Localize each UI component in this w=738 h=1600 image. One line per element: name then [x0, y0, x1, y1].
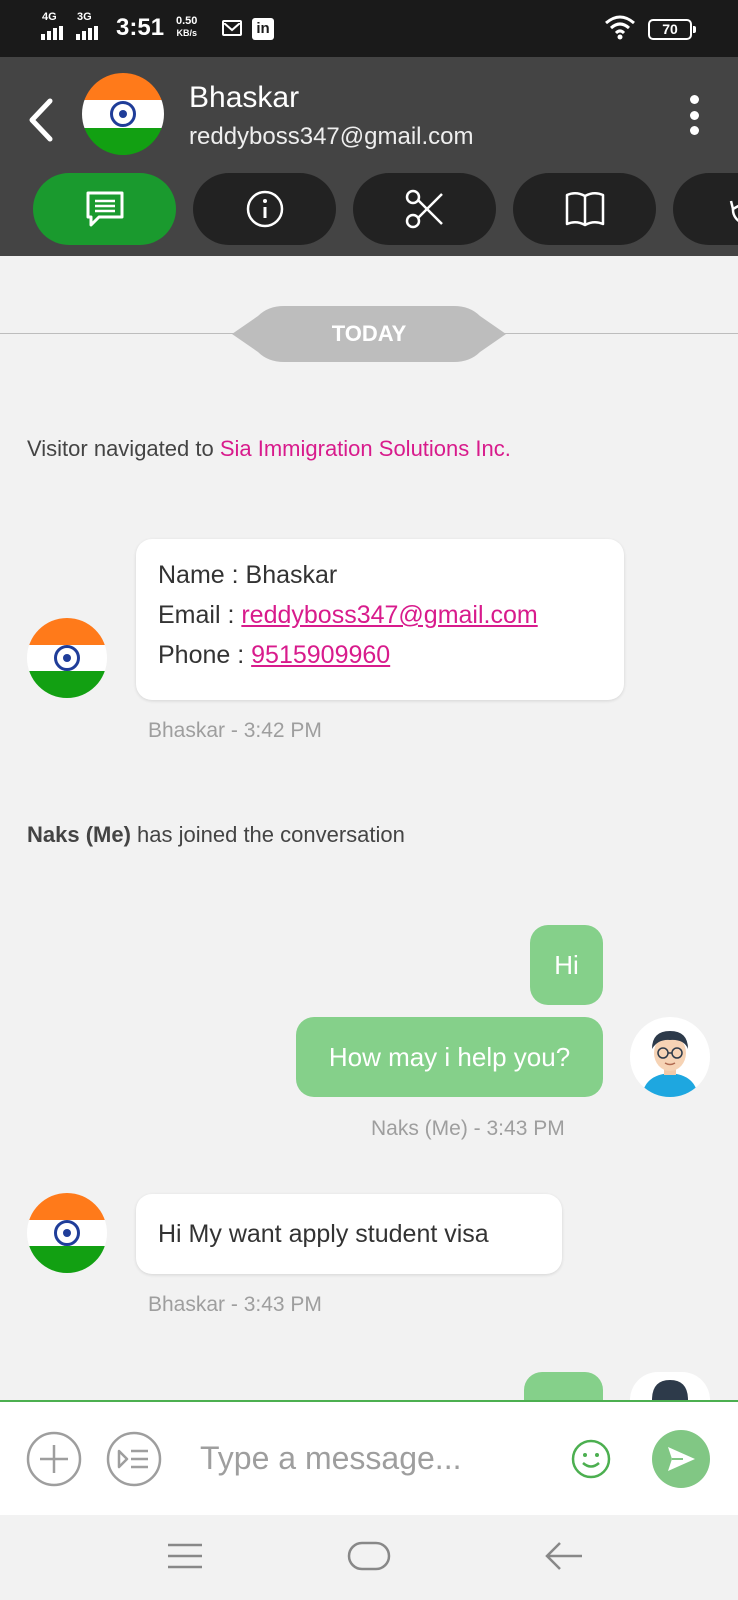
header-tabs: [33, 173, 738, 245]
date-label: TODAY: [331, 321, 407, 346]
visitor-navigation-notice: Visitor navigated to Sia Immigration Sol…: [27, 436, 511, 462]
clock: 3:51: [116, 14, 165, 41]
network-speed: 0.50 KB/s: [176, 15, 197, 39]
visitor-avatar: [27, 618, 107, 698]
history-icon: [729, 200, 738, 223]
tab-history[interactable]: [673, 173, 738, 245]
lead-info-card: Name : Bhaskar Email : reddyboss347@gmai…: [136, 539, 624, 700]
book-icon: [565, 192, 604, 227]
nav-site-link[interactable]: Sia Immigration Solutions Inc.: [220, 436, 511, 461]
linkedin-icon: in: [252, 18, 274, 40]
network-label-2: 3G: [77, 11, 92, 23]
arrow-left-icon: [545, 1542, 582, 1570]
back-nav-button[interactable]: [544, 1540, 584, 1577]
chakra-icon: [110, 101, 136, 128]
agent-avatar-partial: [630, 1372, 710, 1400]
chakra-icon: [54, 645, 80, 672]
more-options-icon[interactable]: [682, 95, 706, 135]
lead-email-row: Email : reddyboss347@gmail.com: [158, 601, 538, 629]
smiley-icon: [571, 1439, 611, 1479]
outgoing-message[interactable]: Hi: [530, 925, 603, 1005]
date-separator: TODAY: [232, 306, 506, 362]
outgoing-message-partial: [524, 1372, 603, 1400]
battery-icon: 70: [648, 19, 696, 40]
contact-avatar[interactable]: [82, 73, 164, 155]
menu-nav-button[interactable]: [166, 1541, 204, 1576]
message-meta: Naks (Me) - 3:43 PM: [371, 1117, 565, 1140]
signal-icon-1: [41, 26, 63, 40]
add-attachment-button[interactable]: [26, 1431, 82, 1492]
network-label-1: 4G: [42, 11, 57, 23]
tab-cut[interactable]: [353, 173, 496, 245]
canned-list-icon: [106, 1431, 162, 1487]
scissors-icon: [405, 189, 443, 229]
info-icon: [246, 190, 283, 228]
message-input-bar: Type a message...: [0, 1400, 738, 1515]
message-meta: Bhaskar - 3:43 PM: [148, 1293, 322, 1316]
lead-name: Bhaskar: [245, 561, 338, 589]
nav-prefix: Visitor navigated to: [27, 436, 220, 461]
chat-icon: [86, 191, 123, 227]
visitor-avatar: [27, 1193, 107, 1273]
message-meta: Bhaskar - 3:42 PM: [148, 719, 322, 742]
system-navigation-bar: [0, 1515, 738, 1600]
message-input[interactable]: Type a message...: [200, 1440, 461, 1477]
contact-name: Bhaskar: [189, 81, 300, 114]
incoming-message[interactable]: Hi My want apply student visa: [136, 1194, 562, 1274]
agent-avatar: [630, 1017, 710, 1097]
home-nav-button[interactable]: [347, 1540, 391, 1577]
status-bar: 4G 3G 3:51 0.50 KB/s in 70: [0, 0, 738, 57]
plus-circle-icon: [26, 1431, 82, 1487]
signal-icon-2: [76, 26, 98, 40]
chakra-icon: [54, 1220, 80, 1247]
lead-name-row: Name : Bhaskar: [158, 561, 338, 589]
lead-phone-link[interactable]: 9515909960: [251, 641, 390, 669]
back-button[interactable]: [22, 95, 62, 145]
send-icon: [668, 1447, 695, 1471]
contact-email: reddyboss347@gmail.com: [189, 123, 474, 150]
speed-value: 0.50: [176, 15, 198, 27]
emoji-button[interactable]: [570, 1438, 612, 1485]
canned-responses-button[interactable]: [106, 1431, 162, 1492]
lead-phone-row: Phone : 9515909960: [158, 641, 391, 669]
lead-email-link[interactable]: reddyboss347@gmail.com: [241, 601, 537, 629]
chat-header: Bhaskar reddyboss347@gmail.com: [0, 57, 738, 256]
tab-chat[interactable]: [33, 173, 176, 245]
gmail-icon: [222, 20, 242, 36]
speed-unit: KB/s: [176, 28, 197, 38]
menu-icon: [168, 1543, 202, 1569]
send-button[interactable]: [652, 1430, 710, 1488]
wifi-icon: [604, 14, 636, 45]
agent-name: Naks (Me): [27, 822, 131, 847]
join-notice: Naks (Me) has joined the conversation: [27, 822, 405, 847]
chevron-left-icon: [29, 98, 53, 142]
outgoing-message[interactable]: How may i help you?: [296, 1017, 603, 1097]
home-icon: [347, 1541, 391, 1571]
tab-info[interactable]: [193, 173, 336, 245]
tab-book[interactable]: [513, 173, 656, 245]
